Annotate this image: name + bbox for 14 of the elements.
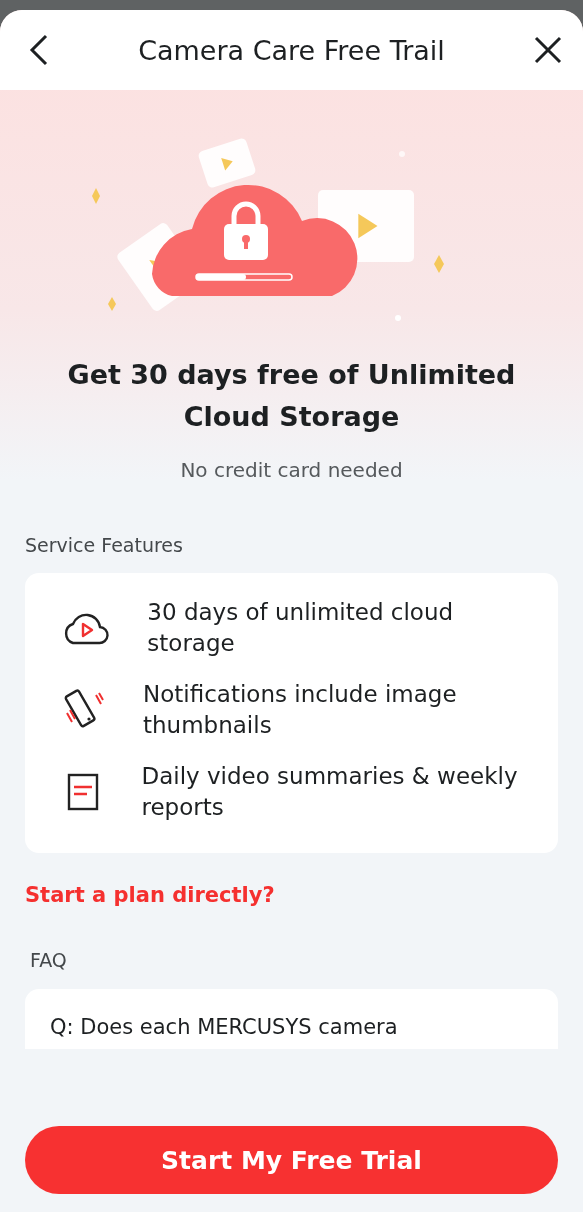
section-heading: FAQ [30,949,68,971]
section-heading: Service Features [25,534,184,556]
offer-subtitle: No credit card needed [180,458,403,482]
page-title: Camera Care Free Trail [138,34,445,66]
start-plan-link[interactable]: Start a plan directly? [25,883,558,907]
document-icon [67,773,100,811]
faq-question: Q: Does each MERCUSYS camera [50,1015,398,1039]
feature-text: Notifications include image thumbnails [143,680,458,740]
feature-text: Daily video summaries & weekly reports [141,762,519,822]
faq-card[interactable]: Q: Does each MERCUSYS camera [25,989,558,1049]
feature-text: 30 days of unlimited cloud storage [147,598,455,658]
cloud-play-icon [63,611,110,645]
start-trial-button[interactable]: Start My Free Trial [25,1126,558,1194]
offer-heading: Get 30 days free of Unlimited Cloud Storage [66,358,517,434]
